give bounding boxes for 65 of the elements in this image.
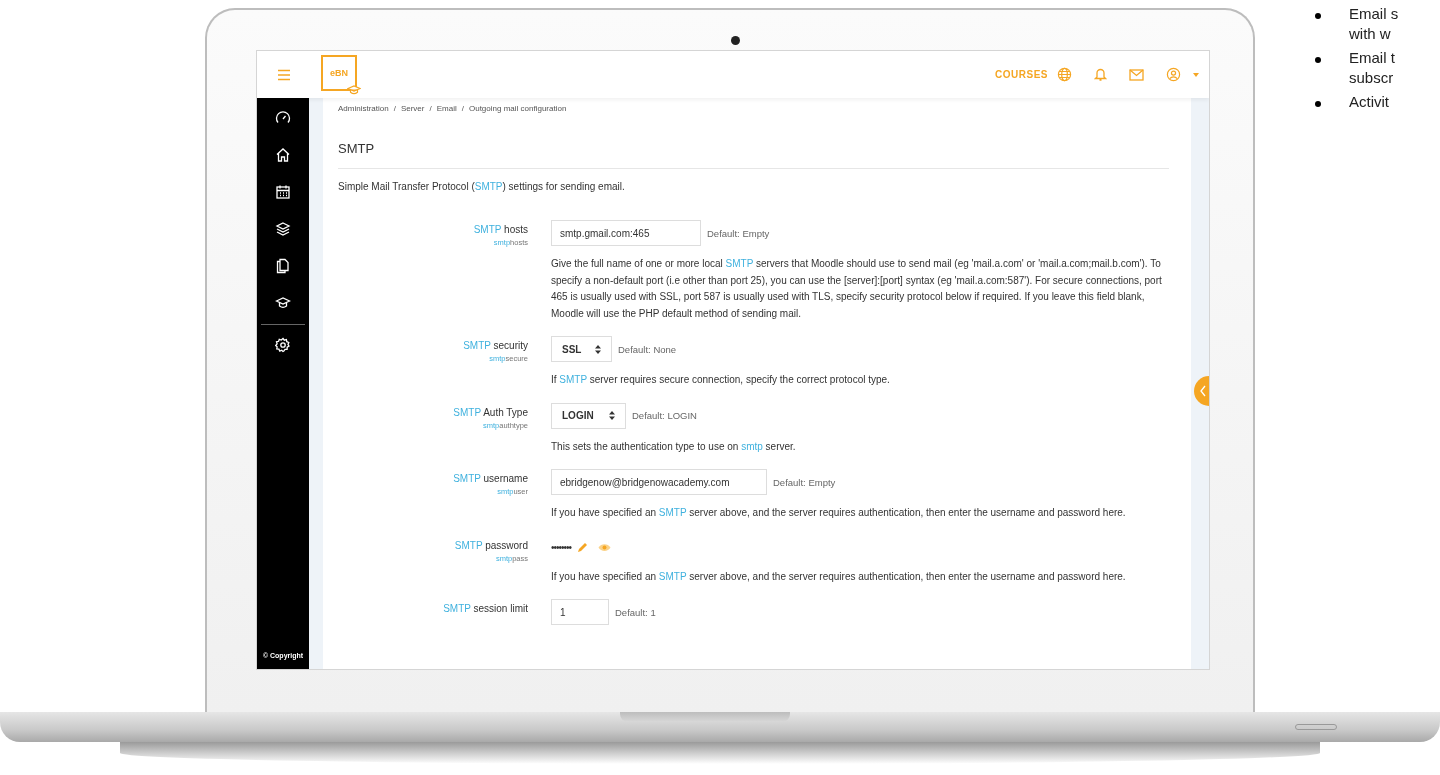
globe-icon[interactable]: [1057, 67, 1072, 82]
acronym-link[interactable]: SMTP: [453, 406, 481, 418]
collapse-tab-icon[interactable]: [1191, 376, 1209, 406]
acronym-link[interactable]: SMTP: [473, 224, 502, 235]
breadcrumb-link[interactable]: Email: [436, 104, 457, 113]
default-value-text: Default: None: [618, 343, 677, 355]
dashboard-icon[interactable]: [275, 110, 291, 126]
caret-icon[interactable]: [1193, 72, 1199, 77]
bullet-text: Activit: [1349, 92, 1389, 112]
default-value-text: Default: Empty: [707, 227, 770, 239]
layers-icon[interactable]: [275, 221, 291, 237]
default-value-text: Default: Empty: [773, 476, 836, 488]
acronym-link[interactable]: SMTP: [463, 340, 491, 351]
breadcrumb-separator: /: [429, 104, 432, 113]
home-icon[interactable]: [275, 147, 291, 163]
breadcrumb-link[interactable]: Outgoing mail configuration: [468, 104, 567, 113]
breadcrumb-separator: /: [461, 104, 464, 113]
setting-description: Give the full name of one or more local SMTP servers that Moodle should use to send mail (eg 'mail.a.com' or 'mail.a.com;mail.b.com'). To specify a non-default port (i.e other than port 25), you can use the [server]:[port] syntax (eg 'mail.a.com:587'). For secure connections, port 465 is usually used with SSL, port 587 is usually used with TLS, specify security protocol below if required. If you leave this field blank, Moodle will use the PHP default method of sending mail.: [551, 257, 1163, 321]
text-field[interactable]: ebridgenow@bridgenowacademy.com: [551, 469, 767, 495]
setting-label: SMTP Auth Type: [453, 406, 528, 418]
default-value-text: Default: LOGIN: [632, 410, 697, 421]
setting-label: SMTP security: [463, 340, 528, 351]
breadcrumb-separator: /: [393, 104, 396, 113]
text-field[interactable]: smtp.gmail.com:465: [551, 220, 701, 246]
intro-text: Simple Mail Transfer Protocol (SMTP) settings for sending email.: [338, 181, 626, 192]
acronym-link[interactable]: smtp: [741, 440, 763, 452]
calendar-icon[interactable]: [275, 184, 291, 200]
acronym-link[interactable]: SMTP: [443, 603, 471, 614]
section-heading: SMTP: [338, 141, 376, 156]
user-icon[interactable]: [1166, 67, 1181, 82]
acronym-link[interactable]: SMTP: [559, 374, 587, 385]
default-value-text: Default: 1: [615, 606, 656, 618]
acronym-link[interactable]: SMTP: [453, 473, 481, 484]
pencil-icon[interactable]: [577, 541, 588, 553]
setting-label: SMTP username: [453, 473, 528, 484]
sort-arrows-icon: [609, 411, 615, 420]
breadcrumb-link[interactable]: Server: [400, 104, 425, 113]
setting-description: This sets the authentication type to use on smtp server.: [551, 439, 797, 454]
bullet-text: Email t subscr: [1349, 48, 1395, 88]
setting-description: If you have specified an SMTP server above, and the server requires authentication, then enter the username and password here.: [551, 569, 1127, 584]
bell-icon[interactable]: [1094, 67, 1107, 82]
sort-arrows-icon: [595, 344, 601, 354]
setting-description: If you have specified an SMTP server above, and the server requires authentication, then enter the username and password here.: [551, 506, 1127, 520]
settings-icon[interactable]: [275, 337, 291, 353]
setting-label: SMTP session limit: [443, 603, 528, 614]
acronym-link[interactable]: SMTP: [658, 570, 687, 582]
mail-icon[interactable]: [1129, 68, 1144, 81]
setting-label: SMTP password: [454, 539, 528, 551]
courses-link[interactable]: COURSES: [995, 69, 1048, 80]
select-dropdown[interactable]: SSL: [551, 336, 612, 362]
breadcrumb-link[interactable]: Administration: [338, 104, 389, 113]
documents-icon[interactable]: [275, 258, 291, 274]
select-dropdown[interactable]: LOGIN: [551, 402, 626, 429]
masked-password: ••••••••: [551, 540, 571, 555]
setting-description: If SMTP server requires secure connection, specify the correct protocol type.: [551, 373, 891, 387]
acronym-link[interactable]: SMTP: [658, 507, 687, 518]
number-field[interactable]: 1: [551, 599, 609, 625]
camera-icon: [731, 36, 740, 45]
graduation-cap-icon[interactable]: [275, 295, 291, 311]
acronym-link[interactable]: SMTP: [454, 539, 483, 551]
menu-icon[interactable]: [277, 68, 291, 81]
eye-icon[interactable]: [598, 542, 611, 552]
setting-label: SMTP hosts: [473, 224, 528, 235]
bullet-text: Email s with w: [1349, 4, 1399, 44]
acronym-link[interactable]: SMTP: [725, 258, 754, 269]
